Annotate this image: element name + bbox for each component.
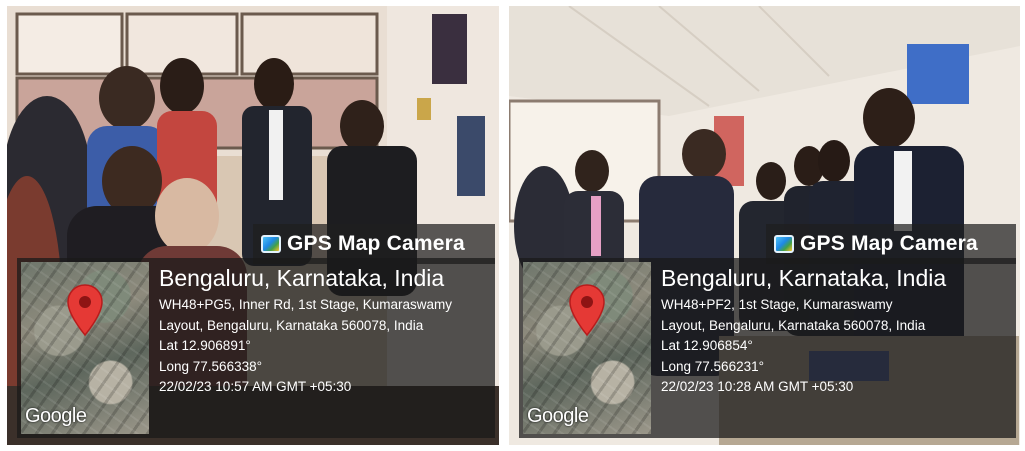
timestamp: 22/02/23 10:57 AM GMT +05:30 [159, 379, 352, 394]
location-title: Bengaluru, Karnataka, India [661, 265, 947, 291]
location-pin-icon [569, 284, 605, 341]
google-logo: Google [25, 405, 87, 427]
geotagged-photo-left: GPS Map Camera Google Bengaluru, Karnata… [7, 6, 499, 445]
latitude: Lat 12.906891° [159, 338, 251, 353]
location-pin-icon [67, 284, 103, 341]
geo-info-text: Bengaluru, Karnataka, India WH48+PF2, 1s… [661, 264, 1008, 398]
geo-info-panel: Google Bengaluru, Karnataka, India WH48+… [519, 258, 1016, 438]
geo-info-text: Bengaluru, Karnataka, India WH48+PG5, In… [159, 264, 487, 398]
longitude: Long 77.566338° [159, 358, 262, 374]
latitude: Lat 12.906854° [661, 338, 753, 353]
address-line-2: Layout, Bengaluru, Karnataka 560078, Ind… [159, 317, 424, 333]
geotagged-photo-right: GPS Map Camera Google Bengaluru, Karnata… [509, 6, 1020, 445]
badge-label: GPS Map Camera [800, 232, 978, 255]
geo-info-panel: Google Bengaluru, Karnataka, India WH48+… [17, 258, 495, 438]
address-line-1: WH48+PF2, 1st Stage, Kumaraswamy [661, 297, 893, 312]
address-line-2: Layout, Bengaluru, Karnataka 560078, Ind… [661, 317, 926, 333]
timestamp: 22/02/23 10:28 AM GMT +05:30 [661, 379, 854, 394]
location-title: Bengaluru, Karnataka, India [159, 265, 445, 291]
longitude: Long 77.566231° [661, 358, 764, 374]
address-line-1: WH48+PG5, Inner Rd, 1st Stage, Kumaraswa… [159, 297, 452, 312]
google-logo: Google [527, 405, 589, 427]
camera-app-icon [261, 235, 281, 253]
map-thumbnail: Google [523, 262, 651, 434]
camera-app-icon [774, 235, 794, 253]
map-thumbnail: Google [21, 262, 149, 434]
badge-label: GPS Map Camera [287, 232, 465, 255]
